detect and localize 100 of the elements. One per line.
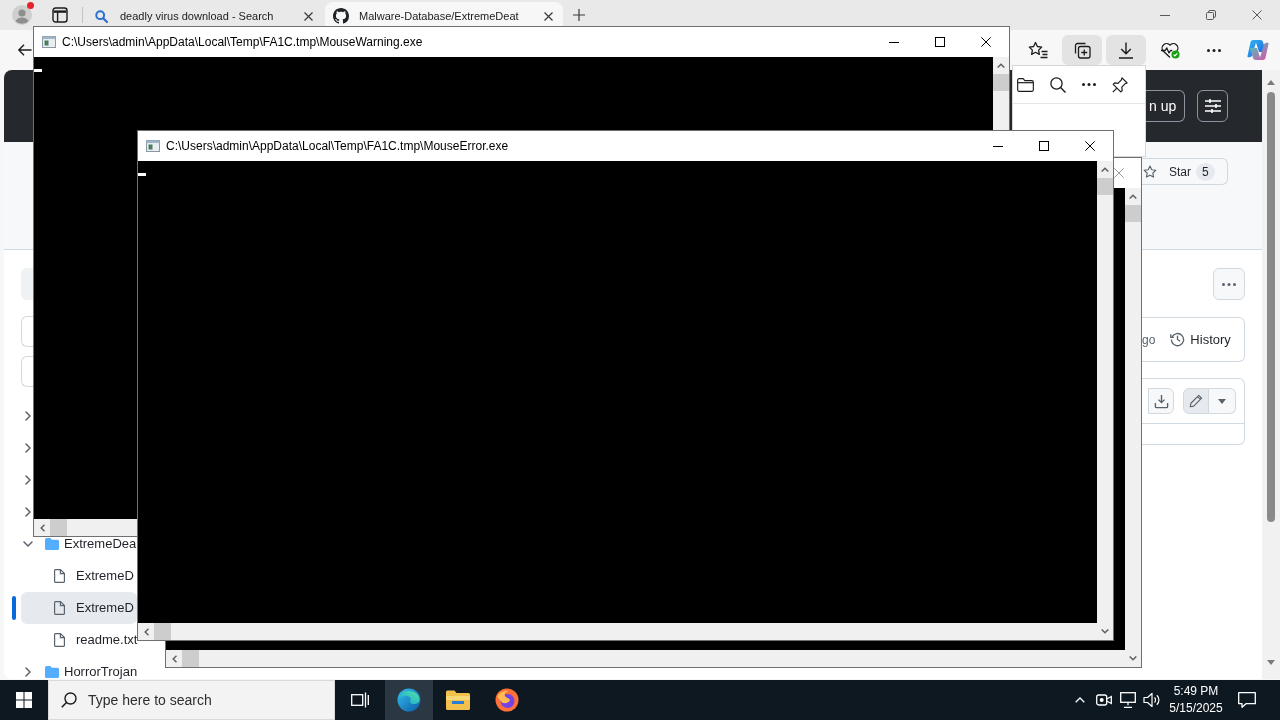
close-icon[interactable] (981, 37, 991, 47)
dropdown-button[interactable] (1209, 388, 1236, 414)
network-icon[interactable] (1120, 692, 1136, 708)
camera-icon[interactable] (1096, 692, 1112, 708)
scrollbar-thumb[interactable] (154, 623, 171, 640)
tab-actions-icon[interactable] (52, 7, 68, 23)
site-logo-icon (333, 8, 349, 24)
browser-icon[interactable] (397, 688, 421, 712)
chevron-right-icon[interactable] (25, 507, 31, 517)
chevron-right-icon[interactable] (25, 667, 31, 677)
horizontal-scrollbar[interactable] (166, 650, 1125, 667)
vertical-scrollbar[interactable] (993, 57, 1009, 130)
edit-button[interactable] (1183, 388, 1209, 414)
horizontal-scrollbar[interactable] (34, 519, 137, 536)
task-view-icon[interactable] (351, 692, 369, 708)
file-icon (54, 569, 65, 583)
maximize-icon[interactable] (935, 37, 945, 47)
scroll-left-icon[interactable] (171, 654, 177, 663)
clock-date: 5/15/2025 (1169, 701, 1223, 716)
more-icon[interactable] (1207, 48, 1221, 52)
search-field[interactable]: Type here to search (48, 680, 335, 720)
folder-icon[interactable] (1017, 77, 1034, 92)
search-icon (61, 692, 77, 708)
vertical-scrollbar[interactable] (1097, 161, 1113, 640)
close-icon[interactable] (1085, 141, 1095, 151)
scroll-up-icon[interactable] (1267, 80, 1275, 85)
window-title: C:\Users\admin\AppData\Local\Temp\FA1C.tmp\MouseError.exe (166, 138, 509, 155)
folder-icon[interactable] (446, 690, 470, 710)
scrollbar-thumb[interactable] (993, 74, 1009, 91)
horizontal-scrollbar[interactable] (138, 623, 1097, 640)
notification-icon[interactable] (1238, 692, 1256, 708)
tree-item[interactable]: ExtremeD (21, 601, 137, 615)
scroll-up-icon[interactable] (997, 63, 1005, 68)
minimize-icon[interactable] (993, 145, 1003, 147)
scrollbar-thumb[interactable] (1097, 178, 1113, 195)
scroll-up-icon[interactable] (1101, 167, 1109, 172)
scroll-left-icon[interactable] (39, 523, 45, 532)
close-tab-icon[interactable] (544, 11, 553, 21)
scroll-down-icon[interactable] (1267, 660, 1275, 665)
scroll-up-icon[interactable] (1129, 194, 1137, 199)
more-icon[interactable] (1082, 83, 1096, 86)
input-field[interactable] (21, 356, 33, 387)
folder-icon (45, 538, 59, 550)
back-arrow-icon[interactable] (18, 44, 32, 56)
window-title: C:\Users\admin\AppData\Local\Temp\FA1C.tmp\MouseWarning.exe (62, 34, 423, 51)
pin-icon[interactable] (1112, 76, 1128, 93)
fox-browser-icon[interactable] (495, 688, 519, 712)
volume-icon[interactable] (1143, 692, 1161, 708)
chevron-right-icon[interactable] (25, 443, 31, 453)
profile-avatar-icon[interactable] (12, 5, 32, 25)
console-app-icon (42, 36, 56, 48)
chevron-right-icon[interactable] (25, 475, 31, 485)
tree-item[interactable]: ExtremeDea (21, 537, 137, 551)
filter-button[interactable] (1197, 90, 1228, 122)
star-count: 5 (1196, 162, 1215, 181)
scrollbar-thumb[interactable] (182, 650, 199, 667)
toolbar-button[interactable] (1106, 35, 1146, 65)
scrollbar-thumb[interactable] (1267, 92, 1275, 522)
input-field[interactable] (21, 316, 33, 347)
taskbar-button[interactable] (385, 680, 433, 720)
favorites-icon[interactable] (1028, 41, 1048, 59)
file-icon (54, 633, 65, 647)
kebab-icon (1222, 282, 1236, 286)
star-icon (1143, 164, 1157, 179)
new-tab-icon[interactable] (573, 9, 585, 21)
history-icon (1170, 332, 1186, 347)
download-icon (1153, 393, 1169, 409)
search-icon[interactable] (1050, 76, 1066, 93)
chevron-up-icon[interactable] (1075, 697, 1085, 703)
minimize-icon[interactable] (889, 41, 899, 43)
chevron-right-icon[interactable] (25, 411, 31, 421)
tree-item[interactable]: readme.txt (21, 633, 138, 647)
scrollbar-thumb[interactable] (1125, 205, 1141, 222)
toolbar-button[interactable] (1062, 35, 1102, 65)
folder-icon (45, 666, 59, 678)
close-tab-icon[interactable] (304, 11, 313, 21)
collections-icon[interactable] (1073, 41, 1091, 59)
star-button[interactable]: Star 5 (1142, 158, 1228, 185)
tree-item[interactable]: ExtremeD (21, 569, 137, 583)
file-icon (54, 601, 65, 615)
chevron-down-icon[interactable] (23, 541, 33, 547)
logo-icon[interactable] (1247, 39, 1269, 61)
console-app-icon (146, 140, 160, 152)
heart-pulse-icon[interactable] (1160, 41, 1180, 59)
download-button[interactable] (1148, 388, 1174, 414)
scroll-down-icon[interactable] (1101, 629, 1109, 634)
scroll-left-icon[interactable] (143, 627, 149, 636)
vertical-scrollbar[interactable] (1125, 188, 1141, 667)
tree-item[interactable]: HorrorTrojan (21, 665, 138, 679)
selection-indicator (12, 596, 16, 620)
maximize-icon[interactable] (1039, 141, 1049, 151)
search-icon (95, 9, 108, 23)
page-scrollbar[interactable] (1262, 70, 1280, 679)
restore-icon[interactable] (1206, 10, 1216, 20)
scroll-down-icon[interactable] (1129, 656, 1137, 661)
history-link[interactable]: History (1170, 329, 1231, 350)
browser-tab[interactable]: deadly virus download - Search (85, 2, 323, 30)
windows-logo-icon[interactable] (16, 692, 32, 708)
download-icon[interactable] (1118, 41, 1134, 59)
scrollbar-thumb[interactable] (50, 519, 67, 536)
